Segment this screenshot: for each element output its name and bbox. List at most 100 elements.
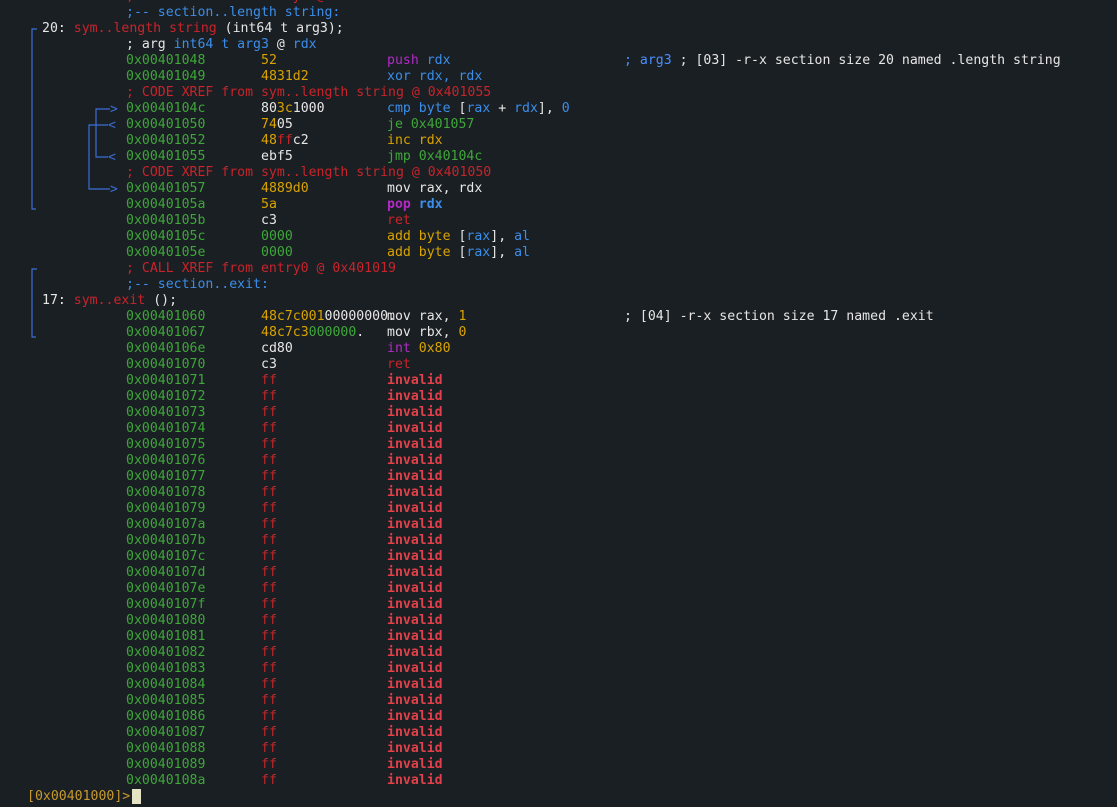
address: 0x00401057 — [126, 181, 206, 196]
instruction: invalid — [387, 581, 443, 596]
address: 0x00401049 — [126, 69, 206, 84]
flow-source-icon: < — [108, 118, 116, 133]
invalid-row: 0x00401076 ff invalid — [0, 453, 1117, 469]
opcode-bytes: ff — [261, 373, 277, 388]
opcode-bytes: ff — [261, 709, 277, 724]
address: 0x00401077 — [126, 469, 206, 484]
address: 0x0040105e — [126, 245, 206, 260]
command-prompt[interactable]: [0x00401000]> — [27, 789, 142, 805]
instruction: invalid — [387, 437, 443, 452]
address: 0x00401079 — [126, 501, 206, 516]
invalid-row: 0x0040107a ff invalid — [0, 517, 1117, 533]
address: 0x00401083 — [126, 661, 206, 676]
invalid-row: 0x0040107c ff invalid — [0, 549, 1117, 565]
instruction: invalid — [387, 693, 443, 708]
instruction: invalid — [387, 645, 443, 660]
invalid-row: 0x00401073 ff invalid — [0, 405, 1117, 421]
opcode-bytes: ff — [261, 645, 277, 660]
invalid-row: 0x0040107b ff invalid — [0, 533, 1117, 549]
instruction: jmp 0x40104c — [387, 149, 483, 164]
invalid-row: 0x00401083 ff invalid — [0, 661, 1117, 677]
instruction: invalid — [387, 453, 443, 468]
instruction: push rdx — [387, 53, 451, 68]
flow-arrows-gutter: ><<> — [31, 28, 118, 338]
flow-source-icon: < — [108, 150, 116, 165]
arg-declaration: ; arg int64 t arg3 @ rdx — [126, 37, 317, 52]
instruction-row: 0x00401048 52 push rdx ; arg3 ; [03] -r-x s… — [0, 53, 1117, 69]
instruction: mov rax, 1 — [387, 309, 467, 324]
flow-arrow-icon: > — [110, 182, 118, 197]
xref-comment: ; CALL XREF from entry0 @ 0x401019 — [126, 261, 396, 276]
opcode-bytes: ff — [261, 405, 277, 420]
address: 0x00401081 — [126, 629, 206, 644]
opcode-bytes: ff — [261, 629, 277, 644]
function-header-line: 20: sym..length string (int64 t arg3); — [0, 21, 1117, 37]
address: 0x0040107c — [126, 549, 206, 564]
invalid-row: 0x00401072 ff invalid — [0, 389, 1117, 405]
instruction-row: 0x0040105a 5a pop rdx — [0, 197, 1117, 213]
instruction: invalid — [387, 389, 443, 404]
instruction-row: 0x00401052 48ffc2 inc rdx — [0, 133, 1117, 149]
instruction: invalid — [387, 565, 443, 580]
address: 0x0040105a — [126, 197, 206, 212]
opcode-bytes: 0000 — [261, 245, 293, 260]
opcode-bytes: ff — [261, 581, 277, 596]
address: 0x00401086 — [126, 709, 206, 724]
address: 0x00401082 — [126, 645, 206, 660]
instruction: invalid — [387, 725, 443, 740]
invalid-row: 0x00401078 ff invalid — [0, 485, 1117, 501]
opcode-bytes: ff — [261, 437, 277, 452]
invalid-row: 0x0040107f ff invalid — [0, 597, 1117, 613]
instruction: mov rax, rdx — [387, 181, 483, 196]
call-xref-line: ; CALL XREF from entry0 @ 0x401019 — [0, 261, 1117, 277]
comment: ; [04] -r-x section size 17 named .exit — [624, 309, 934, 324]
opcode-bytes: 4831d2 — [261, 69, 309, 84]
address: 0x00401048 — [126, 53, 206, 68]
arg-line: ; arg int64 t arg3 @ rdx — [0, 37, 1117, 53]
address: 0x0040107e — [126, 581, 206, 596]
invalid-row: 0x00401074 ff invalid — [0, 421, 1117, 437]
instruction: invalid — [387, 629, 443, 644]
flow-line — [31, 28, 37, 210]
comment: ; arg3 ; [03] -r-x section size 20 named… — [624, 53, 1061, 68]
opcode-bytes: 48c7c00100000000. — [261, 309, 396, 324]
instruction-row: 0x00401055 ebf5 jmp 0x40104c — [0, 149, 1117, 165]
section-label: ;-- section..length string: — [126, 5, 341, 20]
invalid-row: 0x00401081 ff invalid — [0, 629, 1117, 645]
instruction: invalid — [387, 549, 443, 564]
instruction: invalid — [387, 597, 443, 612]
instruction: invalid — [387, 533, 443, 548]
instruction: add byte [rax], al — [387, 245, 530, 260]
invalid-row: 0x0040107e ff invalid — [0, 581, 1117, 597]
instruction: invalid — [387, 485, 443, 500]
address: 0x0040105b — [126, 213, 206, 228]
instruction: invalid — [387, 517, 443, 532]
address: 0x0040104c — [126, 101, 206, 116]
opcode-bytes: cd80 — [261, 341, 293, 356]
instruction: xor rdx, rdx — [387, 69, 483, 84]
address: 0x00401076 — [126, 453, 206, 468]
instruction-row: 0x0040106e cd80 int 0x80 — [0, 341, 1117, 357]
address: 0x0040107b — [126, 533, 206, 548]
address: 0x00401075 — [126, 437, 206, 452]
invalid-row: 0x00401084 ff invalid — [0, 677, 1117, 693]
prompt-address: [0x00401000]> — [27, 789, 131, 804]
opcode-bytes: ff — [261, 421, 277, 436]
opcode-bytes: ff — [261, 501, 277, 516]
opcode-bytes: 52 — [261, 53, 277, 68]
xref-comment: ; CODE XREF from sym..length string @ 0x… — [126, 165, 492, 180]
instruction: inc rdx — [387, 133, 443, 148]
invalid-row: 0x00401087 ff invalid — [0, 725, 1117, 741]
opcode-bytes: 48ffc2 — [261, 133, 309, 148]
opcode-bytes: ff — [261, 597, 277, 612]
instruction-row: 0x00401049 4831d2 xor rdx, rdx — [0, 69, 1117, 85]
invalid-row: 0x0040107d ff invalid — [0, 565, 1117, 581]
opcode-bytes: ff — [261, 389, 277, 404]
address: 0x0040107d — [126, 565, 206, 580]
opcode-bytes: 4889d0 — [261, 181, 309, 196]
instruction-row: 0x00401067 48c7c3000000. mov rbx, 0 — [0, 325, 1117, 341]
instruction: add byte [rax], al — [387, 229, 530, 244]
address: 0x00401084 — [126, 677, 206, 692]
address: 0x0040105c — [126, 229, 206, 244]
opcode-bytes: 0000 — [261, 229, 293, 244]
